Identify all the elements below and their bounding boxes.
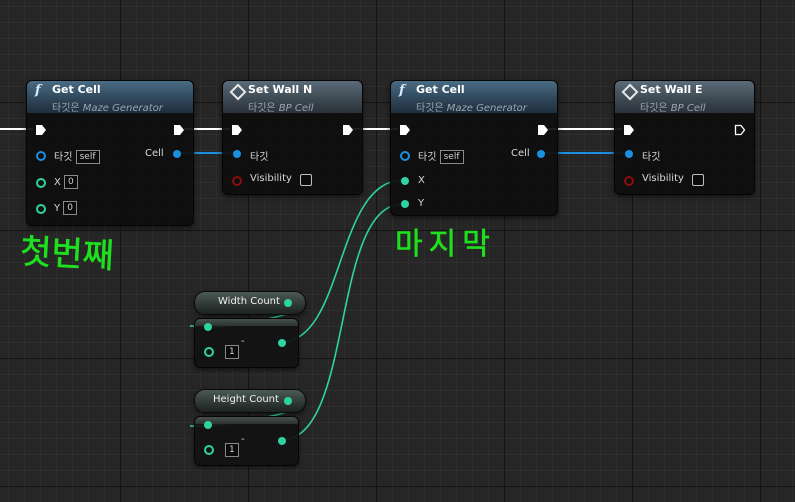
self-chip[interactable]: self <box>75 150 100 164</box>
wire-layer <box>0 128 627 441</box>
exec-in-pin[interactable] <box>399 124 411 136</box>
node-header[interactable]: Set Wall E 타깃은 BP Cell <box>615 81 754 113</box>
x-label: X <box>54 177 61 188</box>
node-subtitle: 타깃은 Maze Generator <box>52 103 163 113</box>
visibility-checkbox[interactable] <box>300 174 312 186</box>
target-pin[interactable] <box>625 150 633 158</box>
target-label: 타깃 <box>642 152 661 163</box>
node-subtitle: 타깃은 BP Cell <box>640 103 706 113</box>
x-value-field[interactable]: 0 <box>64 175 78 189</box>
target-row: 타깃 self <box>418 148 464 164</box>
function-icon: f <box>35 83 41 98</box>
exec-in-pin[interactable] <box>231 124 243 136</box>
node-header[interactable]: f Get Cell 타깃은 Maze Generator <box>391 81 557 113</box>
self-chip[interactable]: self <box>439 150 464 164</box>
exec-in-pin[interactable] <box>35 124 47 136</box>
target-pin[interactable] <box>233 150 241 158</box>
width-minus-to-x-wire <box>280 179 404 343</box>
subtract-b-value-field[interactable]: 1 <box>225 443 239 457</box>
visibility-label: Visibility <box>642 173 684 184</box>
visibility-label: Visibility <box>250 173 292 184</box>
diamond-icon <box>621 83 639 101</box>
height-count-out-pin[interactable] <box>284 397 292 405</box>
y-value-field[interactable]: 0 <box>63 201 78 215</box>
width-count-out-pin[interactable] <box>284 299 292 307</box>
node-header[interactable]: f Get Cell 타깃은 Maze Generator <box>27 81 193 113</box>
target-pin[interactable] <box>36 151 46 161</box>
subtract-operator: - <box>241 434 245 445</box>
node-subtitle: 타깃은 BP Cell <box>248 103 314 113</box>
cell-out-pin[interactable] <box>173 150 181 158</box>
height-count-label: Height Count <box>213 394 279 405</box>
node-subtitle: 타깃은 Maze Generator <box>416 103 527 113</box>
subtract-node-height[interactable]: 1 - <box>194 416 299 466</box>
node-header[interactable]: Set Wall N 타깃은 BP Cell <box>223 81 362 113</box>
y-label: Y <box>54 203 61 214</box>
function-icon: f <box>399 83 405 98</box>
cell-out-label: Cell <box>511 148 530 159</box>
x-pin[interactable] <box>401 177 409 185</box>
set-wall-e-node[interactable]: Set Wall E 타깃은 BP Cell 타깃 Visibility <box>614 80 755 195</box>
subtract-b-value-field[interactable]: 1 <box>225 345 239 359</box>
y-pin[interactable] <box>401 200 409 208</box>
subtract-out-pin[interactable] <box>278 339 286 347</box>
subtract-b-pin[interactable] <box>204 347 214 357</box>
get-cell-node-2[interactable]: f Get Cell 타깃은 Maze Generator 타깃 self Ce… <box>390 80 558 216</box>
exec-out-pin[interactable] <box>173 124 185 136</box>
subtract-out-pin[interactable] <box>278 437 286 445</box>
node-title: Set Wall N <box>248 83 313 96</box>
visibility-checkbox[interactable] <box>692 174 704 186</box>
set-wall-n-node[interactable]: Set Wall N 타깃은 BP Cell 타깃 Visibility <box>222 80 363 195</box>
subtract-a-pin[interactable] <box>204 323 212 331</box>
node-title: Get Cell <box>52 83 101 96</box>
subtract-node-width[interactable]: 1 - <box>194 318 299 368</box>
cell-out-label: Cell <box>145 148 164 159</box>
exec-out-pin[interactable] <box>342 124 354 136</box>
target-label: 타깃 <box>418 152 437 163</box>
height-count-node[interactable]: Height Count <box>194 389 306 413</box>
subtract-a-pin[interactable] <box>204 421 212 429</box>
width-count-node[interactable]: Width Count <box>194 291 306 315</box>
cell-out-pin[interactable] <box>537 150 545 158</box>
y-label: Y <box>418 198 425 209</box>
width-count-label: Width Count <box>218 296 280 307</box>
exec-out-pin-unconnected[interactable] <box>734 124 746 136</box>
subtract-b-pin[interactable] <box>204 445 214 455</box>
target-label: 타깃 <box>250 152 269 163</box>
y-row: Y 0 <box>54 201 78 217</box>
x-pin[interactable] <box>36 178 46 188</box>
visibility-pin[interactable] <box>232 176 242 186</box>
subtract-operator: - <box>241 336 245 347</box>
get-cell-node-1[interactable]: f Get Cell 타깃은 Maze Generator 타깃 self Ce… <box>26 80 194 226</box>
exec-out-pin[interactable] <box>537 124 549 136</box>
node-title: Set Wall E <box>640 83 703 96</box>
visibility-pin[interactable] <box>624 176 634 186</box>
exec-in-pin[interactable] <box>623 124 635 136</box>
diamond-icon <box>229 83 247 101</box>
target-pin[interactable] <box>400 151 410 161</box>
target-row: 타깃 self <box>54 148 100 164</box>
x-label: X <box>418 175 425 186</box>
node-title: Get Cell <box>416 83 465 96</box>
y-pin[interactable] <box>36 204 46 214</box>
x-row: X 0 <box>54 175 78 191</box>
target-label: 타깃 <box>54 152 73 163</box>
